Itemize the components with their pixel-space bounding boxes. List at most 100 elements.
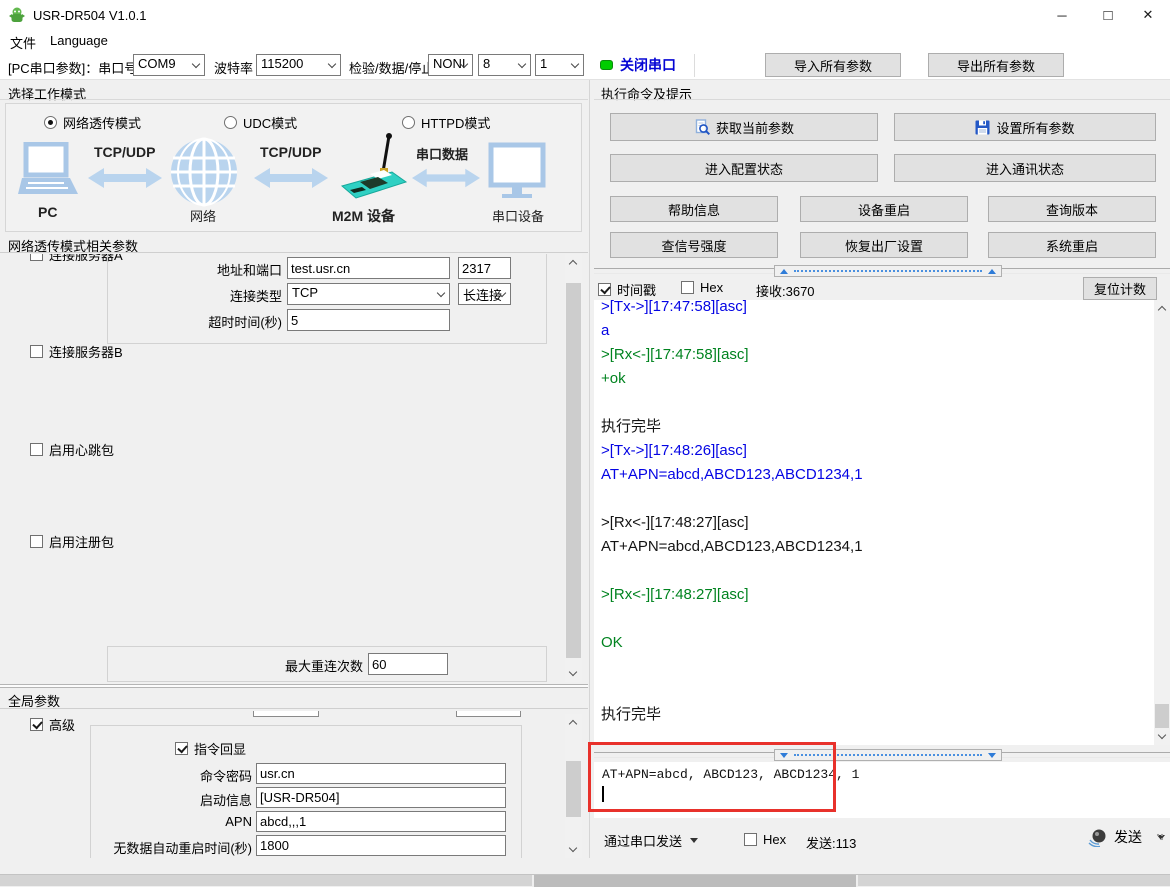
query-version-button[interactable]: 查询版本: [988, 196, 1156, 222]
cmd-password-input[interactable]: [256, 763, 506, 784]
device-restart-button[interactable]: 设备重启: [800, 196, 968, 222]
log-line: >[Tx->][17:47:58][asc]: [601, 300, 1155, 319]
reset-count-button[interactable]: 复位计数: [1083, 277, 1157, 300]
menu-language[interactable]: Language: [50, 33, 108, 48]
com-port-combo[interactable]: COM9: [133, 54, 205, 76]
scrollbar-thumb[interactable]: [566, 761, 581, 817]
databits-combo[interactable]: 8: [478, 54, 531, 76]
mode-radio-udc[interactable]: UDC模式: [224, 113, 297, 132]
no-data-restart-input[interactable]: [256, 835, 506, 856]
log-line: >[Rx<-][17:48:27][asc]: [601, 583, 1155, 607]
stopbits-combo[interactable]: 1: [535, 54, 584, 76]
toolbar-separator: [694, 54, 695, 77]
get-params-button[interactable]: 获取当前参数: [610, 113, 878, 141]
bottom-scrollbar-thumb[interactable]: [532, 875, 858, 887]
resize-grip[interactable]: [1156, 833, 1166, 843]
collapse-down-icon[interactable]: [988, 753, 996, 758]
factory-reset-button[interactable]: 恢复出厂设置: [800, 232, 968, 258]
global-params-scrollbar[interactable]: [565, 714, 582, 858]
via-serial-dropdown[interactable]: 通过串口发送: [604, 831, 698, 850]
log-area[interactable]: >[Tx->][17:47:58][asc]a>[Rx<-][17:47:58]…: [594, 300, 1155, 745]
factory-reset-label: 恢复出厂设置: [845, 236, 923, 255]
timeout-label: 超时时间(秒): [110, 312, 282, 331]
system-restart-button[interactable]: 系统重启: [988, 232, 1156, 258]
mode-radio-transparent[interactable]: 网络透传模式: [44, 113, 141, 132]
timeout-input[interactable]: [287, 309, 450, 331]
conn-type-combo[interactable]: TCP: [287, 283, 450, 305]
query-signal-label: 查信号强度: [661, 236, 726, 255]
scrollbar-thumb[interactable]: [1155, 704, 1169, 728]
collapse-up-icon[interactable]: [780, 269, 788, 274]
serial-port-label: [PC串口参数]：串口号: [8, 58, 137, 77]
apn-input[interactable]: [256, 811, 506, 832]
boot-message-input[interactable]: [256, 787, 506, 808]
apn-label: APN: [100, 814, 252, 829]
scrollbar-thumb[interactable]: [566, 283, 581, 658]
query-signal-button[interactable]: 查信号强度: [610, 232, 778, 258]
scroll-up-icon[interactable]: [565, 714, 582, 731]
no-data-restart-label: 无数据自动重启时间(秒): [80, 838, 252, 857]
clipped-input: [253, 711, 319, 717]
log-line: OK: [601, 631, 1155, 655]
work-mode-header: 选择工作模式: [8, 84, 86, 103]
m2m-label: M2M 设备: [332, 206, 395, 226]
bottom-scrollbar[interactable]: [0, 874, 1170, 886]
server-b-checkbox[interactable]: 连接服务器B: [30, 342, 123, 361]
splitter-handle[interactable]: [774, 265, 1002, 277]
arrow-icon: [88, 166, 162, 190]
reset-count-label: 复位计数: [1094, 279, 1146, 298]
recv-hex-checkbox[interactable]: Hex: [681, 280, 723, 295]
heartbeat-label: 启用心跳包: [49, 440, 114, 459]
scroll-up-icon[interactable]: [1154, 300, 1170, 317]
net-params-scrollbar[interactable]: [565, 254, 582, 682]
mode-label: UDC模式: [243, 113, 297, 132]
checkbox-icon: [744, 833, 757, 846]
enter-comm-button[interactable]: 进入通讯状态: [894, 154, 1156, 182]
baud-value: 115200: [261, 56, 303, 71]
scroll-down-icon[interactable]: [565, 665, 582, 682]
scroll-up-icon[interactable]: [565, 254, 582, 271]
menu-file[interactable]: 文件: [10, 33, 36, 52]
help-info-button[interactable]: 帮助信息: [610, 196, 778, 222]
collapse-up-icon[interactable]: [988, 269, 996, 274]
sent-count: 发送:113: [806, 833, 856, 852]
system-restart-label: 系统重启: [1046, 236, 1098, 255]
send-label: 发送: [1114, 827, 1142, 847]
maximize-button[interactable]: □: [1086, 0, 1130, 30]
chevron-down-icon: [192, 60, 200, 68]
minimize-button[interactable]: ─: [1040, 0, 1084, 30]
send-button[interactable]: 发送: [1088, 827, 1165, 847]
log-scrollbar[interactable]: [1154, 300, 1170, 745]
scroll-down-icon[interactable]: [565, 841, 582, 858]
scroll-down-icon[interactable]: [1154, 728, 1170, 745]
conn-mode-combo[interactable]: 长连接: [458, 283, 511, 305]
log-line: 执行完毕: [601, 703, 1155, 727]
splitter-dots: [794, 270, 982, 272]
register-checkbox[interactable]: 启用注册包: [30, 532, 114, 551]
divider: [594, 99, 1170, 100]
heartbeat-checkbox[interactable]: 启用心跳包: [30, 440, 114, 459]
serial-device-monitor-icon: [488, 142, 546, 202]
export-params-button[interactable]: 导出所有参数: [928, 53, 1064, 77]
server-address-input[interactable]: [287, 257, 450, 279]
server-port-input[interactable]: [458, 257, 511, 279]
recv-hex-label: Hex: [700, 280, 723, 295]
chevron-down-icon: [437, 289, 445, 297]
export-params-label: 导出所有参数: [957, 56, 1035, 75]
timestamp-checkbox[interactable]: 时间戳: [598, 280, 656, 299]
app-window: { "window": { "title": "USR-DR504 V1.0.1…: [0, 0, 1170, 886]
close-button[interactable]: ✕: [1126, 0, 1170, 30]
link1-label: TCP/UDP: [94, 144, 155, 160]
enter-config-button[interactable]: 进入配置状态: [610, 154, 878, 182]
mode-radio-httpd[interactable]: HTTPD模式: [402, 113, 490, 132]
set-params-button[interactable]: 设置所有参数: [894, 113, 1156, 141]
baud-combo[interactable]: 115200: [256, 54, 341, 76]
echo-checkbox[interactable]: 指令回显: [175, 739, 246, 758]
parity-combo[interactable]: NONI: [428, 54, 473, 76]
send-hex-checkbox[interactable]: Hex: [744, 832, 786, 847]
max-retry-input[interactable]: [368, 653, 448, 675]
close-port-button[interactable]: 关闭串口: [600, 55, 676, 75]
advanced-checkbox[interactable]: 高级: [30, 715, 75, 734]
import-params-button[interactable]: 导入所有参数: [765, 53, 901, 77]
log-splitter-top[interactable]: [594, 265, 1170, 277]
